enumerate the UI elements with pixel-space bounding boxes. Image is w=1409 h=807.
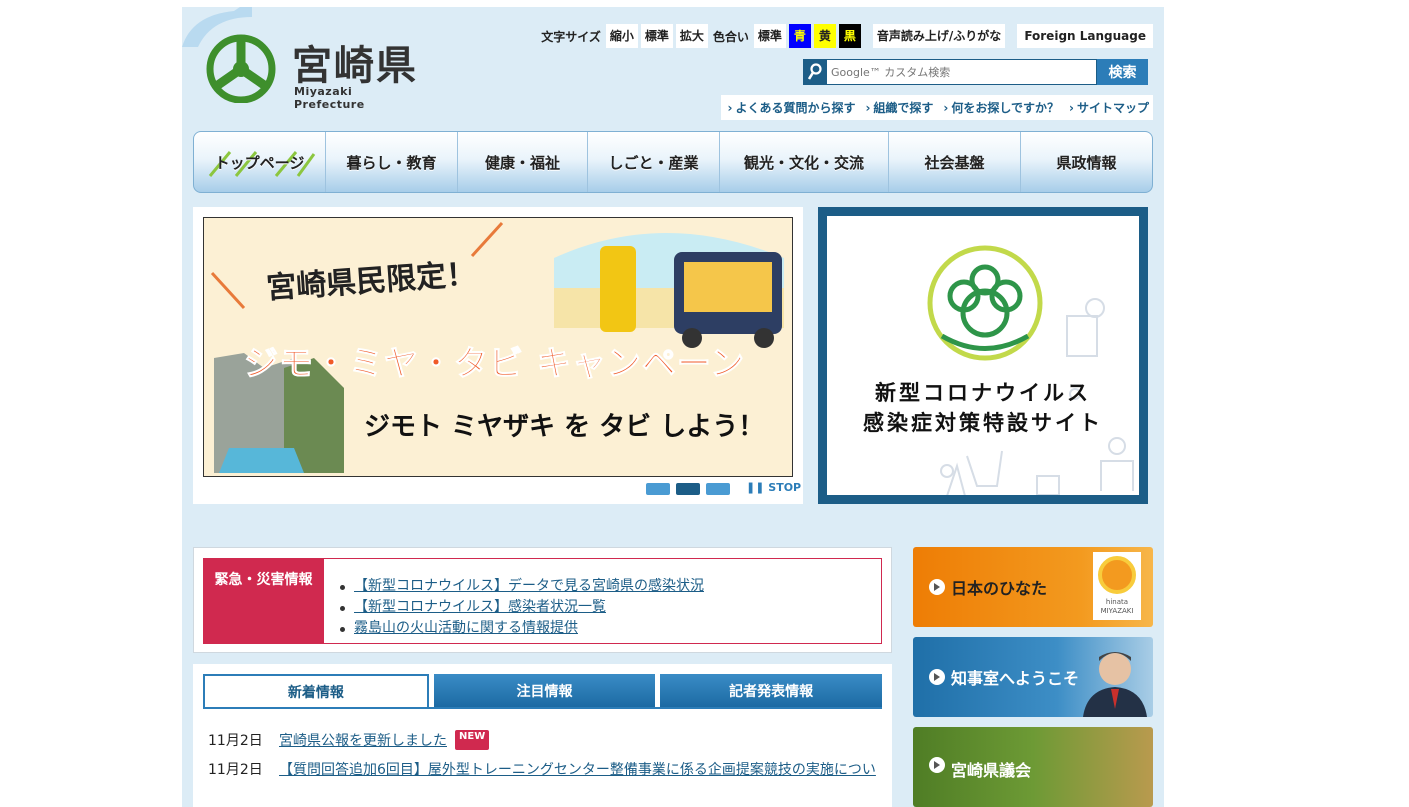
campaign-banner[interactable]: 宮崎県民限定！ ジモ・ミヤ・タビ キャンペーン ジモト ミヤザキ を タビ しよ… — [203, 217, 793, 477]
color-label: 色合い — [712, 29, 749, 44]
search-button[interactable]: 検索 — [1097, 59, 1148, 85]
font-large-button[interactable]: 拡大 — [675, 24, 708, 48]
prefecture-emblem-icon — [206, 34, 276, 103]
emergency-list: 【新型コロナウイルス】データで見る宮崎県の感染状況 【新型コロナウイルス】感染者… — [324, 558, 882, 644]
nav-top-page[interactable]: トップページ — [194, 132, 326, 192]
news-link[interactable]: 宮崎県公報を更新しました — [279, 730, 447, 750]
chevron-right-icon: › — [1069, 101, 1074, 115]
governor-portrait — [1083, 652, 1147, 717]
news-tabs-underline — [203, 707, 882, 709]
what-are-you-looking-for-link[interactable]: › 何をお探しですか？ — [943, 99, 1059, 116]
faq-link[interactable]: › よくある質問から探す — [727, 99, 855, 116]
tab-featured[interactable]: 注目情報 — [433, 674, 656, 707]
hinata-banner[interactable]: 日本のひなた hinata MIYAZAKI — [913, 547, 1153, 627]
chevron-right-icon: › — [865, 101, 871, 115]
foreign-language-button[interactable]: Foreign Language — [1017, 24, 1153, 48]
logo-title: 宮崎県 — [292, 43, 418, 89]
chevron-right-icon: › — [943, 101, 949, 115]
page-container: 宮崎県 Miyazaki Prefecture 文字サイズ 縮小 標準 拡大 色… — [182, 7, 1164, 807]
banner-tagline: ジモト ミヤザキ を タビ しよう！ — [364, 412, 765, 442]
nav-work-industry[interactable]: しごと・産業 — [588, 132, 720, 192]
nav-government-info[interactable]: 県政情報 — [1021, 132, 1152, 192]
emergency-link-2[interactable]: 【新型コロナウイルス】感染者状況一覧 — [340, 597, 881, 618]
arrow-circle-icon — [929, 757, 945, 773]
color-standard-button[interactable]: 標準 — [753, 24, 786, 48]
assembly-banner[interactable]: 宮崎県議会 — [913, 727, 1153, 807]
news-item: 11月2日 【質問回答追加6回目】屋外型トレーニングセンター整備事業に係る企画提… — [208, 759, 876, 779]
organization-link[interactable]: › 組織で探す — [865, 99, 933, 116]
slide-dot-2[interactable] — [676, 483, 700, 495]
search-input[interactable] — [826, 59, 1097, 85]
news-item: 11月2日 宮崎県公報を更新しました NEW — [208, 730, 490, 750]
search-icon — [803, 59, 826, 85]
corona-illustration — [927, 245, 1134, 495]
nav-infrastructure[interactable]: 社会基盤 — [889, 132, 1021, 192]
corona-banner-inner: 新型コロナウイルス 感染症対策特設サイト — [827, 216, 1139, 495]
hinata-logo: hinata MIYAZAKI — [1093, 552, 1141, 620]
voice-reading-button[interactable]: 音声読み上げ/ふりがな — [872, 24, 1006, 48]
news-date: 11月2日 — [208, 762, 263, 778]
slide-dot-1[interactable] — [646, 483, 670, 495]
color-black-button[interactable]: 黒 — [838, 24, 861, 48]
new-badge: NEW — [455, 730, 490, 750]
news-link[interactable]: 【質問回答追加6回目】屋外型トレーニングセンター整備事業に係る企画提案競技の実施… — [279, 759, 876, 779]
arrow-circle-icon — [929, 669, 945, 685]
assembly-label: 宮崎県議会 — [929, 727, 1031, 807]
news-section: 新着情報 注目情報 記者発表情報 11月2日 宮崎県公報を更新しました NEW … — [193, 664, 892, 807]
sitemap-link[interactable]: › サイトマップ — [1069, 99, 1149, 116]
global-navigation: トップページ 暮らし・教育 健康・福祉 しごと・産業 観光・文化・交流 社会基盤… — [193, 131, 1153, 193]
font-size-label: 文字サイズ — [541, 29, 601, 44]
governor-label: 知事室へようこそ — [929, 637, 1079, 717]
hinata-label: 日本のひなた — [929, 547, 1047, 627]
logo-subtitle: Miyazaki Prefecture — [294, 85, 365, 111]
color-yellow-button[interactable]: 黄 — [813, 24, 836, 48]
tab-latest[interactable]: 新着情報 — [203, 674, 429, 707]
corona-title-line2: 感染症対策特設サイト — [863, 411, 1103, 435]
arrow-circle-icon — [929, 579, 945, 595]
sun-icon — [1098, 556, 1136, 594]
emergency-label: 緊急・災害情報 — [203, 558, 324, 644]
site-search: 検索 — [803, 59, 1148, 85]
news-tabs: 新着情報 注目情報 記者発表情報 — [203, 674, 883, 707]
nav-living-education[interactable]: 暮らし・教育 — [326, 132, 458, 192]
main-slider: 宮崎県民限定！ ジモ・ミヤ・タビ キャンペーン ジモト ミヤザキ を タビ しよ… — [193, 207, 803, 504]
font-small-button[interactable]: 縮小 — [605, 24, 638, 48]
prefecture-logo[interactable]: 宮崎県 Miyazaki Prefecture — [204, 31, 419, 111]
slider-stop-button[interactable]: ❚❚ STOP — [746, 481, 801, 494]
emergency-info: 緊急・災害情報 【新型コロナウイルス】データで見る宮崎県の感染状況 【新型コロナ… — [193, 547, 892, 653]
pause-icon: ❚❚ — [746, 481, 765, 494]
nav-tourism-culture[interactable]: 観光・文化・交流 — [720, 132, 889, 192]
news-date: 11月2日 — [208, 733, 263, 749]
slider-pagination — [646, 483, 730, 495]
chevron-right-icon: › — [727, 101, 733, 115]
utility-links: › よくある質問から探す › 組織で探す › 何をお探しですか？ › サイトマップ — [721, 95, 1153, 120]
slide-dot-3[interactable] — [706, 483, 730, 495]
nav-health-welfare[interactable]: 健康・福祉 — [458, 132, 588, 192]
color-blue-button[interactable]: 青 — [788, 24, 811, 48]
corona-banner[interactable]: 新型コロナウイルス 感染症対策特設サイト — [818, 207, 1148, 504]
corona-title-line1: 新型コロナウイルス — [875, 381, 1091, 405]
emergency-link-1[interactable]: 【新型コロナウイルス】データで見る宮崎県の感染状況 — [340, 576, 881, 597]
governor-banner[interactable]: 知事室へようこそ — [913, 637, 1153, 717]
banner-campaign-name: ジモ・ミヤ・タビ キャンペーン — [243, 344, 746, 385]
font-standard-button[interactable]: 標準 — [640, 24, 673, 48]
tab-press[interactable]: 記者発表情報 — [660, 674, 883, 707]
emergency-link-3[interactable]: 霧島山の火山活動に関する情報提供 — [340, 618, 881, 639]
accessibility-toolbar: 文字サイズ 縮小 標準 拡大 色合い 標準 青 黄 黒 音声読み上げ/ふりがな … — [539, 24, 1153, 48]
